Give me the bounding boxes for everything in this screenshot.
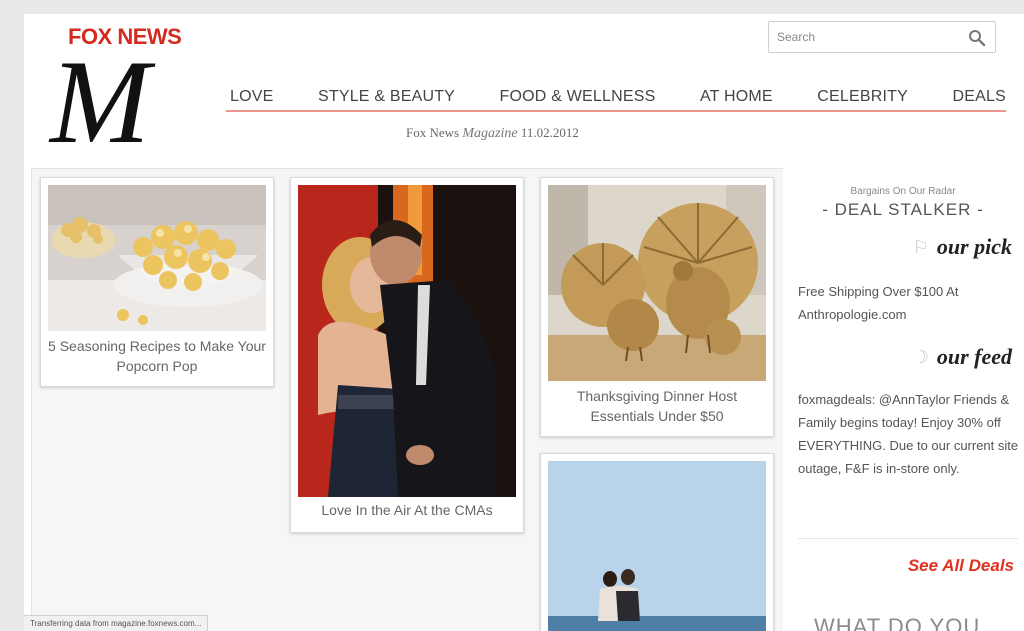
nav-style-beauty[interactable]: STYLE & BEAUTY	[318, 88, 455, 106]
deal-kicker: Bargains On Our Radar	[850, 186, 956, 197]
page: FOX NEWS M LOVE STYLE & BEAUTY FOOD & WE…	[24, 14, 1024, 631]
nav-deals[interactable]: DEALS	[952, 88, 1005, 106]
search-input[interactable]	[777, 28, 957, 46]
search-icon[interactable]	[967, 28, 987, 48]
nav-celebrity[interactable]: CELEBRITY	[817, 88, 908, 106]
what-do-you-teaser[interactable]: WHAT DO YOU	[814, 614, 980, 631]
magazine-m-logo[interactable]: M	[40, 50, 210, 150]
our-feed-label: our feed	[936, 344, 1012, 369]
deal-stalker-title[interactable]: - DEAL STALKER -	[790, 200, 1016, 220]
beach-couple-image[interactable]	[548, 461, 766, 631]
browser-status-bar: Transferring data from magazine.foxnews.…	[24, 615, 209, 631]
nav-love[interactable]: LOVE	[230, 88, 274, 106]
popcorn-image[interactable]	[48, 185, 266, 331]
article-card-popcorn[interactable]: 5 Seasoning Recipes to Make Your Popcorn…	[40, 177, 274, 387]
our-pick-text[interactable]: Free Shipping Over $100 At Anthropologie…	[798, 280, 1020, 326]
main-nav: LOVE STYLE & BEAUTY FOOD & WELLNESS AT H…	[230, 84, 1006, 110]
article-card-cmas[interactable]: Love In the Air At the CMAs	[290, 177, 524, 533]
our-feed-heading: ☽ our feed	[913, 344, 1012, 370]
fox-news-wordmark[interactable]: FOX NEWS	[68, 24, 182, 50]
article-grid: 5 Seasoning Recipes to Make Your Popcorn…	[31, 168, 783, 631]
nav-divider	[226, 110, 1006, 112]
search-box[interactable]	[768, 21, 996, 53]
our-feed-text: foxmagdeals: @AnnTaylor Friends & Family…	[798, 392, 1019, 476]
dateline-prefix: Fox News	[406, 125, 460, 140]
dateline-magazine: Magazine	[462, 126, 518, 141]
dateline-date: 11.02.2012	[520, 125, 579, 140]
dateline: Fox News Magazine 11.02.2012	[406, 125, 579, 142]
nav-at-home[interactable]: AT HOME	[700, 88, 773, 106]
our-pick-label: our pick	[936, 234, 1012, 259]
nav-food-wellness[interactable]: FOOD & WELLNESS	[500, 88, 656, 106]
sidebar-divider	[798, 538, 1018, 539]
card-caption[interactable]: 5 Seasoning Recipes to Make Your Popcorn…	[47, 336, 267, 376]
flag-icon: ⚐	[912, 236, 929, 257]
couple-photo[interactable]	[298, 185, 516, 497]
straw-turkeys-image[interactable]	[548, 185, 766, 381]
feed-icon: ☽	[912, 346, 929, 367]
article-card-beach[interactable]	[540, 453, 774, 631]
see-all-deals-link[interactable]: See All Deals	[908, 556, 1014, 576]
card-caption[interactable]: Thanksgiving Dinner Host Essentials Unde…	[547, 386, 767, 426]
logo-letter: M	[48, 50, 156, 150]
our-pick-heading: ⚐ our pick	[913, 234, 1012, 260]
card-caption[interactable]: Love In the Air At the CMAs	[297, 500, 517, 520]
article-card-thanksgiving[interactable]: Thanksgiving Dinner Host Essentials Unde…	[540, 177, 774, 437]
deals-sidebar: Bargains On Our Radar - DEAL STALKER - ⚐…	[790, 168, 1024, 631]
